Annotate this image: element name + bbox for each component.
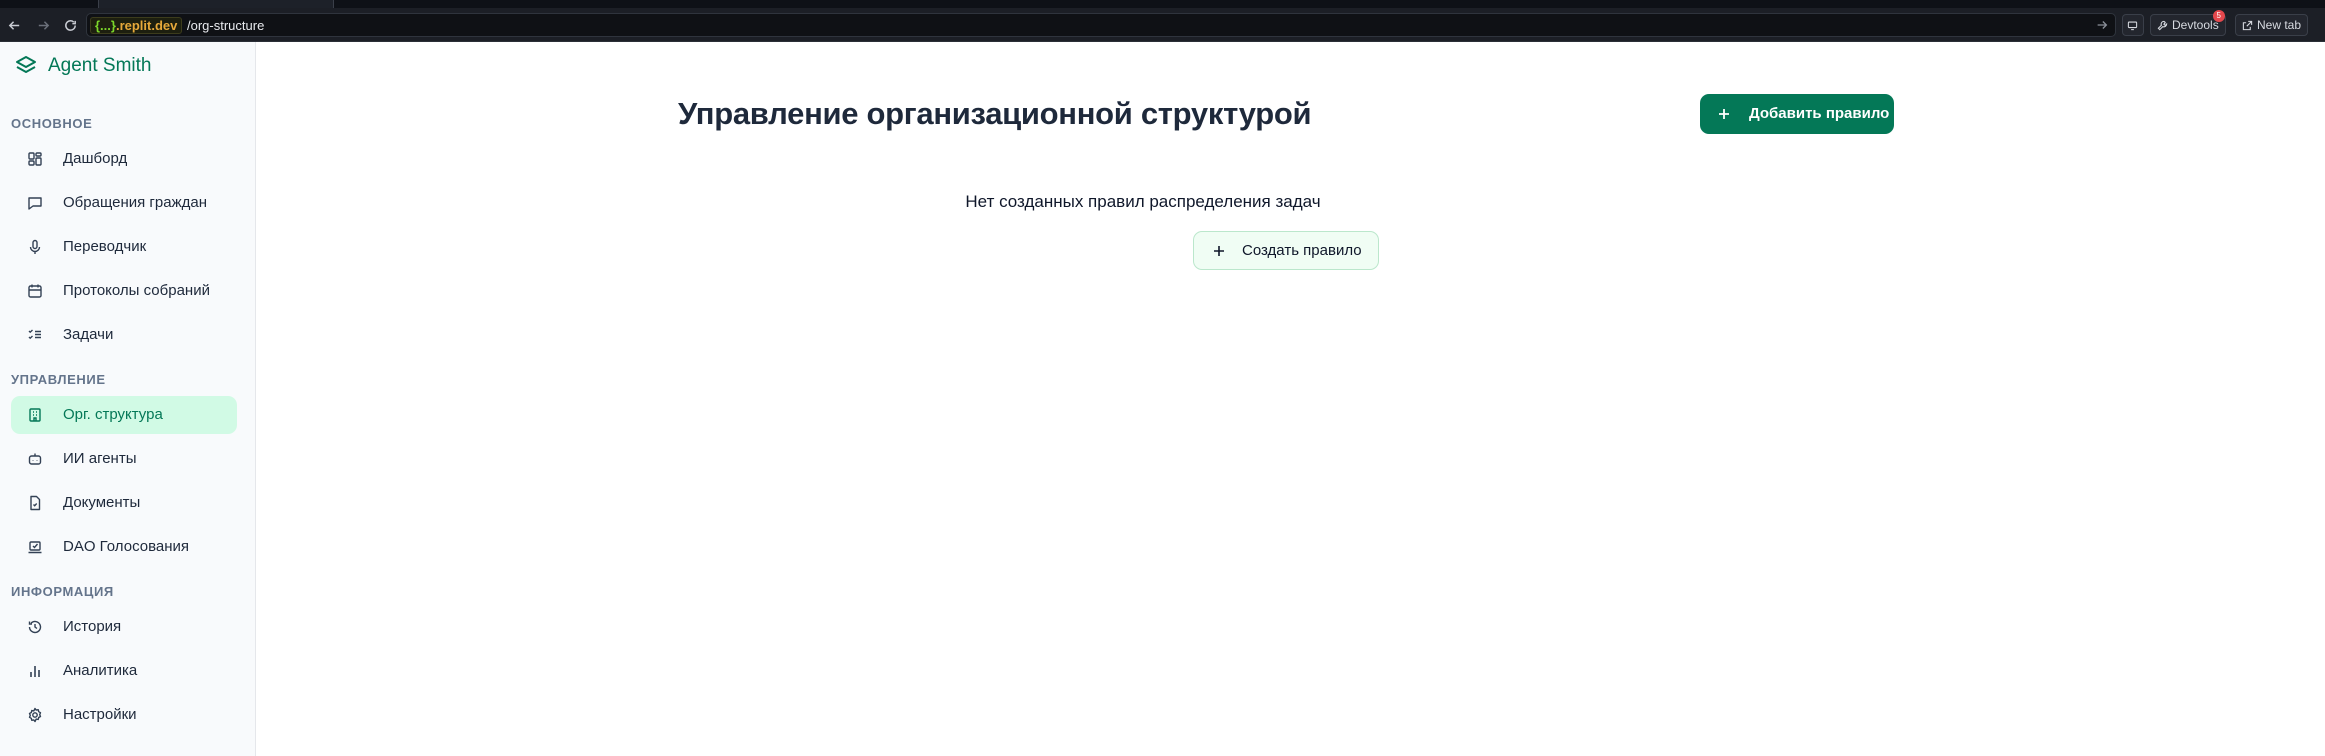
devtools-badge: 5 bbox=[2212, 10, 2225, 22]
dashboard-grid-icon bbox=[27, 151, 43, 167]
new-tab-label: New tab bbox=[2257, 18, 2302, 32]
url-path: /org-structure bbox=[187, 18, 265, 33]
sidebar-item-appeals[interactable]: Обращения граждан bbox=[11, 184, 237, 222]
sidebar-item-label: Протоколы собраний bbox=[63, 282, 210, 299]
devtools-button[interactable]: Devtools 5 bbox=[2150, 10, 2226, 36]
new-tab-button[interactable]: New tab bbox=[2235, 14, 2309, 36]
address-bar[interactable]: {...}.replit.dev /org-structure bbox=[86, 13, 2116, 37]
brand[interactable]: Agent Smith bbox=[14, 54, 152, 78]
sidebar-item-meeting-protocols[interactable]: Протоколы собраний bbox=[11, 272, 237, 310]
sidebar-item-label: DAO Голосования bbox=[63, 538, 190, 555]
sidebar-item-label: Дашборд bbox=[63, 150, 128, 167]
sidebar-item-label: ИИ агенты bbox=[63, 450, 137, 467]
section-label-main: ОСНОВНОЕ bbox=[11, 116, 93, 131]
brand-name: Agent Smith bbox=[48, 55, 152, 76]
plus-icon bbox=[1719, 109, 1729, 119]
browser-toolbar: {...}.replit.dev /org-structure Devtools… bbox=[0, 8, 2325, 42]
sidebar-item-label: Задачи bbox=[63, 326, 114, 343]
sidebar-item-label: История bbox=[63, 618, 122, 635]
back-icon[interactable] bbox=[4, 15, 24, 35]
bot-icon bbox=[27, 451, 43, 467]
create-rule-label: Создать правило bbox=[1242, 242, 1362, 259]
section-label-information: ИНФОРМАЦИЯ bbox=[11, 584, 114, 599]
devtools-label: Devtools bbox=[2172, 18, 2219, 32]
checklist-icon bbox=[27, 327, 43, 343]
browser-tab[interactable] bbox=[98, 0, 334, 8]
external-link-icon bbox=[2242, 20, 2253, 30]
add-rule-label: Добавить правило bbox=[1749, 105, 1890, 122]
sidebar-item-label: Документы bbox=[63, 494, 141, 511]
sidebar-item-org-structure[interactable]: Орг. структура bbox=[11, 396, 237, 434]
browser-tab-strip bbox=[0, 0, 2325, 8]
history-icon bbox=[27, 619, 43, 635]
vote-icon bbox=[27, 539, 43, 555]
sidebar-item-label: Аналитика bbox=[63, 662, 138, 679]
sidebar-item-analytics[interactable]: Аналитика bbox=[11, 652, 237, 690]
reload-icon[interactable] bbox=[60, 15, 80, 35]
sidebar-item-dao-voting[interactable]: DAO Голосования bbox=[11, 528, 237, 566]
sidebar-item-dashboard[interactable]: Дашборд bbox=[11, 140, 237, 178]
sidebar-item-history[interactable]: История bbox=[11, 608, 237, 646]
domain-chip: {...}.replit.dev bbox=[90, 17, 183, 34]
sidebar-item-translator[interactable]: Переводчик bbox=[11, 228, 237, 266]
main-content: Управление организационной структурой До… bbox=[257, 42, 2325, 756]
sidebar-item-ai-agents[interactable]: ИИ агенты bbox=[11, 440, 237, 478]
forward-icon[interactable] bbox=[33, 15, 53, 35]
sidebar-item-label: Настройки bbox=[63, 706, 137, 723]
empty-state-message: Нет созданных правил распределения задач bbox=[965, 192, 1321, 211]
document-icon bbox=[27, 495, 43, 511]
page-title: Управление организационной структурой bbox=[678, 96, 1312, 131]
sidebar: Agent Smith ОСНОВНОЕ Дашборд Обращения г… bbox=[0, 42, 256, 756]
layers-logo-icon bbox=[16, 56, 36, 73]
bar-chart-icon bbox=[27, 663, 43, 679]
add-rule-button[interactable]: Добавить правило bbox=[1700, 94, 1894, 134]
building-icon bbox=[27, 407, 43, 423]
sidebar-item-label: Орг. структура bbox=[63, 406, 163, 423]
gear-icon bbox=[27, 707, 43, 723]
sidebar-item-tasks[interactable]: Задачи bbox=[11, 316, 237, 354]
sidebar-item-documents[interactable]: Документы bbox=[11, 484, 237, 522]
message-icon bbox=[27, 195, 43, 211]
sidebar-item-settings[interactable]: Настройки bbox=[11, 696, 237, 734]
sidebar-item-label: Обращения граждан bbox=[63, 194, 207, 211]
calendar-icon bbox=[27, 283, 43, 299]
section-label-management: УПРАВЛЕНИЕ bbox=[11, 372, 106, 387]
create-rule-button[interactable]: Создать правило bbox=[1193, 231, 1379, 270]
microphone-icon bbox=[27, 239, 43, 255]
screen-icon[interactable] bbox=[2122, 14, 2144, 36]
go-arrow-icon[interactable] bbox=[2095, 18, 2109, 32]
wrench-icon bbox=[2157, 20, 2168, 30]
plus-icon bbox=[1214, 246, 1224, 256]
sidebar-item-label: Переводчик bbox=[63, 238, 147, 255]
